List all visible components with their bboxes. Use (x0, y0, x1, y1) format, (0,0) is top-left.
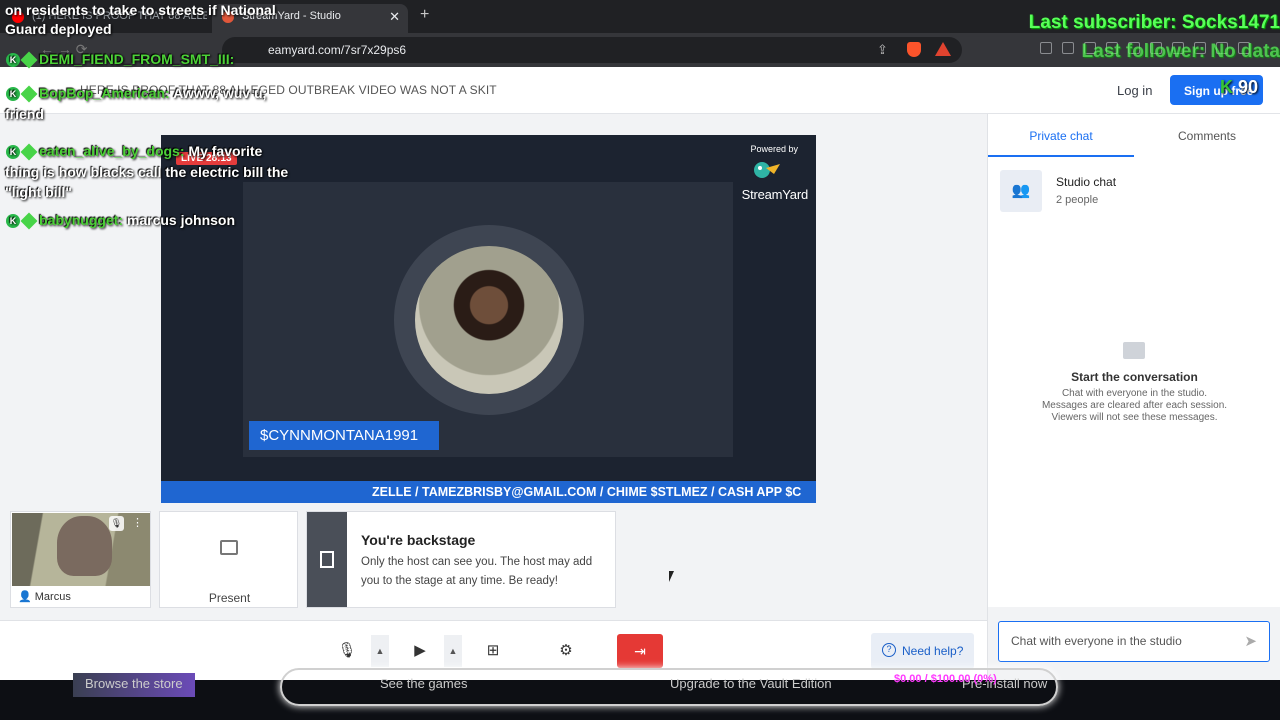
backstage-text: Only the host can see you. The host may … (361, 556, 593, 587)
overlay-chat-line: K DEMI_FIEND_FROM_SMT_III: (6, 51, 234, 69)
gem-badge-icon (20, 51, 38, 69)
overlay-chat-line: thing is how blacks call the electric bi… (5, 164, 289, 180)
door-icon (320, 551, 334, 568)
microphone-button[interactable]: 🎙 (331, 635, 363, 667)
donation-goal-text: $0.00 / $100.00 (0%) (894, 673, 997, 685)
name-banner: $CYNNMONTANA1991 (249, 421, 439, 450)
powered-by-label: Powered by (750, 144, 798, 154)
share-screen-button[interactable]: ⊞ (477, 635, 509, 667)
tab-private-chat[interactable]: Private chat (988, 114, 1134, 157)
overlay-chat-line: K BopBop_American: Awww, wuv u, (6, 85, 266, 103)
avatar (415, 246, 563, 394)
overlay-chat-line: "light bill" (5, 184, 72, 200)
backstage-notice: You're backstage Only the host can see y… (306, 511, 616, 608)
present-tile[interactable]: Present (159, 511, 298, 608)
overlay-chat-line: Kbabynugget: marcus johnson (6, 212, 235, 230)
news-headline: on residents to take to streets if Natio… (5, 2, 276, 37)
mouse-cursor-icon (669, 571, 674, 582)
login-link[interactable]: Log in (1117, 83, 1152, 98)
help-icon: ? (882, 643, 896, 657)
empty-chat-title: Start the conversation (1071, 370, 1198, 384)
gem-badge-icon (20, 212, 38, 230)
studio-chat-count: 2 people (1056, 194, 1099, 206)
kick-badge-icon: K (6, 53, 20, 68)
overlay-chat-line: Keaten_alive_by_dogs: My favorite (6, 143, 262, 161)
gem-badge-icon (20, 143, 38, 161)
studio-chat-name: Studio chat (1056, 175, 1117, 189)
kick-badge-icon: K (6, 87, 20, 102)
chat-bubble-icon (1123, 342, 1145, 359)
streamyard-logo-icon (754, 162, 780, 178)
brave-shield-icon[interactable] (907, 42, 921, 57)
kick-counter: K 90 (1220, 77, 1259, 97)
extension-icon[interactable] (1040, 42, 1052, 54)
brave-rewards-icon[interactable] (935, 42, 951, 56)
camera-person (57, 516, 112, 576)
participant-name: 👤 Marcus (18, 591, 71, 603)
camera-feed (12, 513, 150, 586)
browse-store-button[interactable]: Browse the store (73, 673, 195, 697)
last-follower-label: Last follower: No data (1081, 41, 1280, 62)
gem-badge-icon (20, 85, 38, 103)
need-help-button[interactable]: ? Need help? (871, 633, 974, 669)
extension-icon[interactable] (1062, 42, 1074, 54)
tab-comments[interactable]: Comments (1134, 114, 1280, 157)
mic-options-chevron-icon[interactable]: ▲ (371, 635, 389, 667)
camera-options-chevron-icon[interactable]: ▲ (444, 635, 462, 667)
settings-gear-icon[interactable]: ⚙ (550, 635, 582, 667)
ticker-banner: ZELLE / TAMEZBRISBY@GMAIL.COM / CHIME $S… (161, 481, 816, 503)
donation-goal-bar: $0.00 / $100.00 (0%) (280, 668, 1058, 706)
backstage-title: You're backstage (361, 532, 476, 548)
url-text: eamyard.com/7sr7x29ps6 (268, 43, 407, 57)
kick-logo-icon: K (1220, 77, 1233, 97)
people-icon: 👥 (1000, 170, 1042, 212)
share-icon[interactable]: ⇪ (877, 42, 888, 58)
kick-badge-icon: K (6, 214, 20, 229)
close-tab-icon[interactable]: ✕ (389, 4, 400, 29)
new-tab-icon[interactable]: + (420, 6, 429, 24)
empty-chat-text: Chat with everyone in the studio. Messag… (1041, 388, 1228, 423)
camera-tile[interactable]: 🎙 ⋮ 👤 Marcus (10, 511, 151, 608)
overlay-chat-line: friend (5, 106, 44, 122)
mic-icon[interactable]: 🎙 (109, 516, 124, 531)
studio-chat-card[interactable]: 👥 Studio chat 2 people (1000, 170, 1270, 216)
stage-preview: LIVE 28:13 Powered by StreamYard $CYNNMO… (161, 135, 816, 503)
send-icon[interactable]: ➤ (1244, 632, 1257, 650)
present-label: Present (208, 591, 251, 605)
chat-input[interactable]: Chat with everyone in the studio ➤ (998, 621, 1270, 662)
kick-badge-icon: K (6, 145, 20, 160)
last-subscriber-label: Last subscriber: Socks1471 (1028, 12, 1280, 33)
url-field[interactable]: eamyard.com/7sr7x29ps6 ⇪ (222, 37, 962, 63)
leave-studio-button[interactable]: ⇥ (617, 634, 663, 668)
chat-sidebar: Private chat Comments 👥 Studio chat 2 pe… (987, 114, 1280, 680)
streamyard-brand: StreamYard (741, 187, 809, 202)
present-screen-icon (220, 540, 238, 555)
more-options-icon[interactable]: ⋮ (132, 516, 143, 531)
backstage-side (307, 512, 347, 607)
camera-button[interactable]: ▶ (404, 635, 436, 667)
overlay-bottom-bar: Browse the store See the games Upgrade t… (0, 668, 1280, 720)
